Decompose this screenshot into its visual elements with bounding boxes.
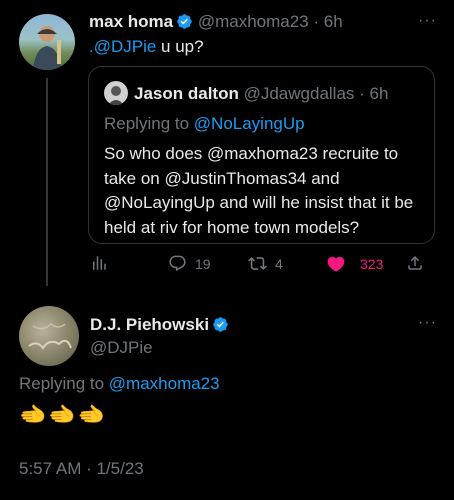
verified-badge-icon [213, 317, 228, 332]
tweet1-text: .@DJPie u up? [89, 37, 204, 57]
verified-badge-icon [177, 14, 192, 29]
analytics-icon [93, 256, 106, 270]
retweet-icon [248, 257, 267, 270]
quote-replying-to: Replying to @NoLayingUp [104, 114, 305, 133]
author-handle[interactable]: @maxhoma23 [198, 12, 309, 31]
more-icon[interactable]: ··· [418, 12, 437, 30]
tweet2-header: D.J. Piehowski [90, 315, 229, 335]
more-icon[interactable]: ··· [418, 314, 437, 332]
avatar-jason-dalton[interactable] [104, 81, 128, 105]
reply-count: 19 [195, 255, 211, 272]
quote-body: So who does @maxhoma23 recruite to take … [104, 144, 414, 237]
reply-icon [169, 255, 186, 272]
tweet2-emoji: 🫲🫲🫲 [19, 402, 108, 427]
tweet-time[interactable]: 6h [324, 12, 343, 31]
like-count: 323 [360, 256, 384, 272]
quote-author-handle[interactable]: @Jdawgdallas [244, 84, 355, 103]
tweet-timestamp[interactable]: 5:57 AM · 1/5/23 [19, 459, 144, 479]
retweet-button[interactable]: 4 [248, 254, 283, 273]
analytics-button[interactable] [90, 254, 108, 272]
mention-link[interactable]: .@DJPie [89, 37, 156, 56]
tweet2-replying-to: Replying to @maxhoma23 [19, 374, 220, 393]
share-button[interactable] [406, 254, 424, 272]
quote-header: Jason dalton @Jdawgdallas · 6h [134, 84, 389, 103]
avatar-dj-piehowski[interactable] [19, 306, 79, 366]
replying-handle-link[interactable]: @maxhoma23 [109, 374, 220, 393]
tweet1-header: max homa @maxhoma23 · 6h [89, 12, 343, 31]
author-name[interactable]: max homa [89, 12, 173, 31]
author-name[interactable]: D.J. Piehowski [90, 315, 209, 334]
heart-filled-icon [327, 256, 345, 272]
share-icon [408, 255, 422, 270]
reply-button[interactable]: 19 [168, 254, 211, 273]
quote-author-name[interactable]: Jason dalton [134, 84, 239, 103]
avatar-max-homa[interactable] [19, 14, 75, 70]
tweet-body: u up? [156, 37, 204, 56]
retweet-count: 4 [275, 255, 283, 272]
replying-handle-link[interactable]: @NoLayingUp [194, 114, 305, 133]
thread-line [46, 78, 48, 286]
like-button[interactable]: 323 [326, 254, 383, 274]
author-handle[interactable]: @DJPie [90, 338, 153, 358]
quote-time: 6h [369, 84, 389, 103]
